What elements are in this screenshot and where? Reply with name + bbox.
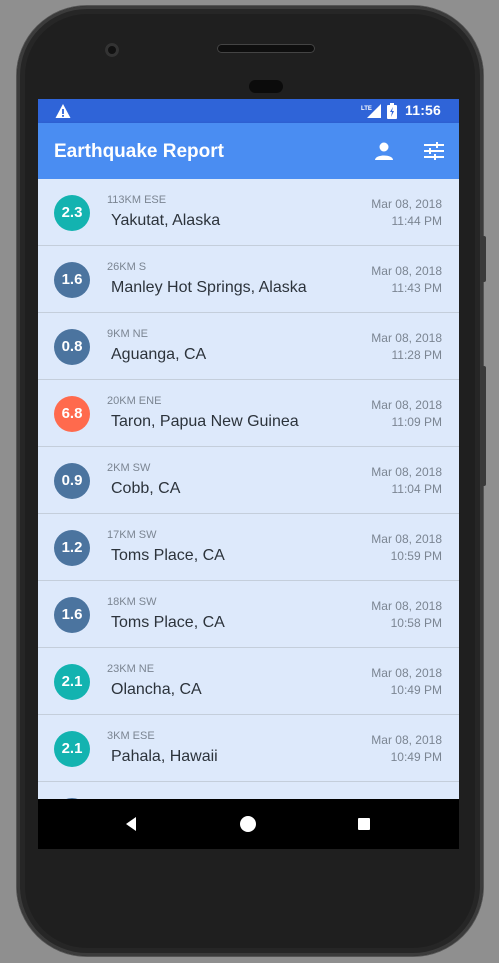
location-offset: 26KM S	[107, 261, 147, 273]
date: Mar 08, 2018	[371, 532, 442, 546]
time: 11:09 PM	[391, 415, 442, 429]
magnitude-circle: 2.1	[54, 664, 90, 700]
list-item[interactable]: 1.6 18KM SW Toms Place, CA Mar 08, 2018 …	[38, 581, 459, 648]
time: 10:49 PM	[390, 683, 442, 697]
list-item[interactable]: 0.9 2KM SW Cobb, CA Mar 08, 2018 11:04 P…	[38, 447, 459, 514]
screen: LTE 11:56 Earthquake Report 2.3 113KM ES…	[38, 99, 459, 849]
network-type-label: LTE	[361, 106, 372, 112]
magnitude-circle: 0.8	[54, 329, 90, 365]
magnitude-circle: 0.9	[54, 463, 90, 499]
magnitude-circle: 6.8	[54, 396, 90, 432]
magnitude-circle: 2.1	[54, 731, 90, 767]
power-button	[481, 236, 486, 282]
time: 11:04 PM	[391, 482, 442, 496]
list-item[interactable]: 2.3 113KM ESE Yakutat, Alaska Mar 08, 20…	[38, 179, 459, 246]
earthquake-list: 2.3 113KM ESE Yakutat, Alaska Mar 08, 20…	[38, 179, 459, 782]
date: Mar 08, 2018	[371, 264, 442, 278]
time: 11:43 PM	[391, 281, 442, 295]
location-offset: 17KM SW	[107, 529, 157, 541]
time: 10:59 PM	[390, 549, 442, 563]
primary-location: Cobb, CA	[111, 480, 181, 497]
filter-icon[interactable]	[423, 141, 445, 161]
list-item[interactable]: 2.1 23KM NE Olancha, CA Mar 08, 2018 10:…	[38, 648, 459, 715]
location-offset: 23KM NE	[107, 663, 155, 675]
date: Mar 08, 2018	[371, 331, 442, 345]
sensor-slot	[249, 80, 283, 93]
magnitude-circle: 1.6	[54, 597, 90, 633]
volume-button	[481, 366, 486, 486]
front-camera	[105, 43, 119, 57]
primary-location: Olancha, CA	[111, 681, 202, 698]
primary-location: Toms Place, CA	[111, 547, 225, 564]
location-offset: 3KM ESE	[107, 730, 155, 742]
status-bar: LTE 11:56	[38, 99, 459, 123]
earpiece-speaker	[217, 44, 315, 53]
primary-location: Toms Place, CA	[111, 614, 225, 631]
primary-location: Aguanga, CA	[111, 346, 207, 363]
list-item[interactable]: 1.6 26KM S Manley Hot Springs, Alaska Ma…	[38, 246, 459, 313]
navigation-bar	[38, 799, 459, 849]
battery-icon	[387, 103, 397, 119]
person-icon[interactable]	[374, 141, 394, 161]
primary-location: Yakutat, Alaska	[111, 212, 221, 229]
primary-location: Pahala, Hawaii	[111, 748, 218, 765]
location-offset: 18KM SW	[107, 596, 157, 608]
warning-icon	[55, 104, 71, 118]
date: Mar 08, 2018	[371, 197, 442, 211]
primary-location: Taron, Papua New Guinea	[111, 413, 299, 430]
primary-location: Manley Hot Springs, Alaska	[111, 279, 307, 296]
date: Mar 08, 2018	[371, 398, 442, 412]
magnitude-circle: 2.3	[54, 195, 90, 231]
time: 10:49 PM	[390, 750, 442, 764]
magnitude-circle: 1.2	[54, 530, 90, 566]
list-item[interactable]: 6.8 20KM ENE Taron, Papua New Guinea Mar…	[38, 380, 459, 447]
date: Mar 08, 2018	[371, 465, 442, 479]
location-offset: 20KM ENE	[107, 395, 162, 407]
status-clock: 11:56	[405, 102, 442, 118]
app-bar: Earthquake Report	[38, 123, 459, 179]
location-offset: 113KM ESE	[107, 194, 167, 206]
location-offset: 2KM SW	[107, 462, 151, 474]
date: Mar 08, 2018	[371, 666, 442, 680]
recents-icon[interactable]	[358, 818, 370, 830]
back-icon[interactable]	[124, 816, 138, 832]
date: Mar 08, 2018	[371, 599, 442, 613]
date: Mar 08, 2018	[371, 733, 442, 747]
magnitude-circle: 1.6	[54, 262, 90, 298]
list-item[interactable]: 2.1 3KM ESE Pahala, Hawaii Mar 08, 2018 …	[38, 715, 459, 782]
app-title: Earthquake Report	[54, 141, 224, 162]
location-offset: 9KM NE	[107, 328, 148, 340]
time: 11:44 PM	[391, 214, 442, 228]
list-item[interactable]: 1.2 17KM SW Toms Place, CA Mar 08, 2018 …	[38, 514, 459, 581]
time: 10:58 PM	[390, 616, 442, 630]
time: 11:28 PM	[391, 348, 442, 362]
signal-icon: LTE	[361, 104, 381, 118]
list-item[interactable]: 0.8 9KM NE Aguanga, CA Mar 08, 2018 11:2…	[38, 313, 459, 380]
home-icon[interactable]	[239, 815, 257, 833]
